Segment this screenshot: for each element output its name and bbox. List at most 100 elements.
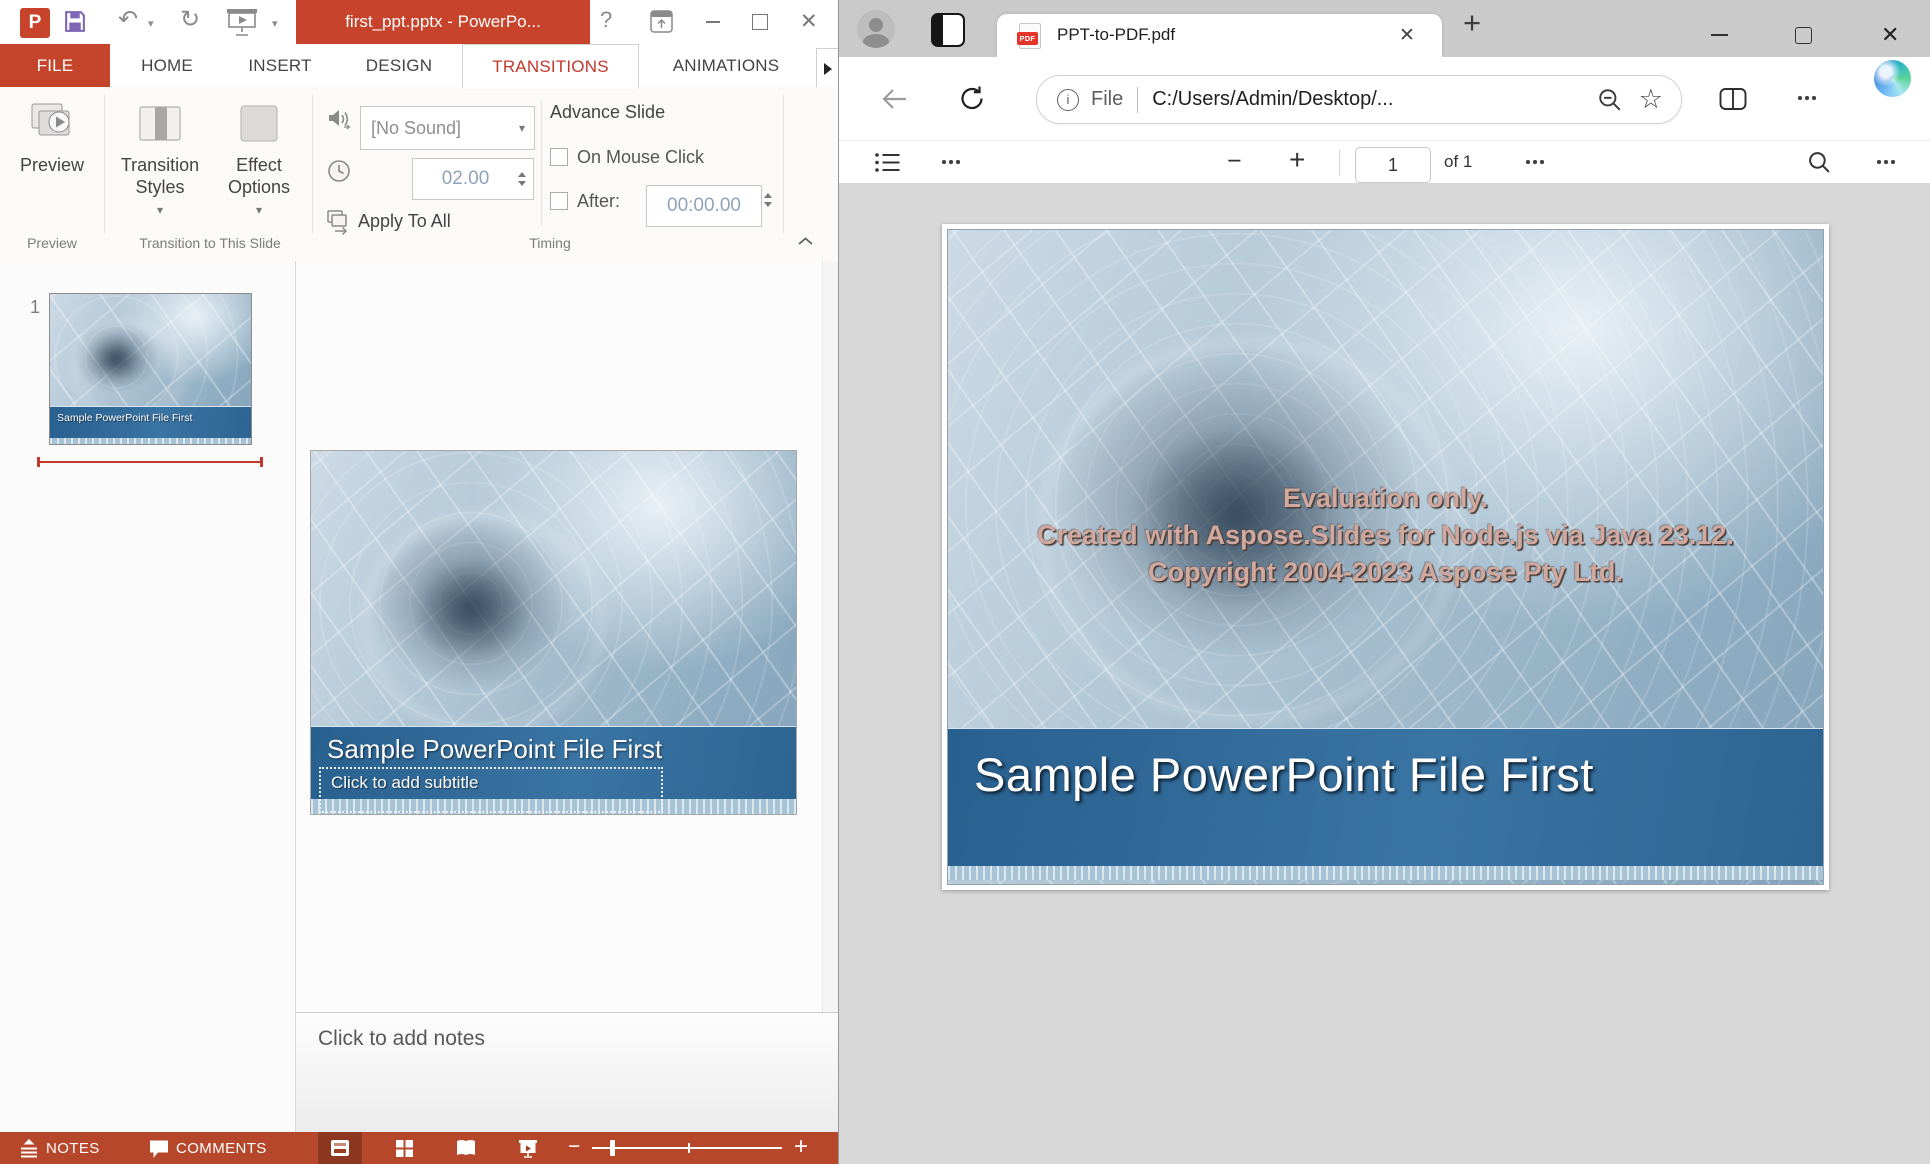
refresh-icon[interactable] xyxy=(959,85,986,112)
back-icon[interactable] xyxy=(879,86,909,112)
pdf-viewer[interactable]: Evaluation only. Created with Aspose.Sli… xyxy=(839,183,1930,1164)
slide-editor-area[interactable]: Sample PowerPoint File First Click to ad… xyxy=(296,261,838,1012)
browser-address-row: i File C:/Users/Admin/Desktop/... ☆ xyxy=(839,57,1930,140)
zoom-in-button[interactable]: + xyxy=(794,1133,808,1161)
duration-spinner[interactable] xyxy=(518,172,526,186)
redo-icon[interactable]: ↻ xyxy=(180,8,200,32)
pdf-more-right-icon[interactable] xyxy=(1877,160,1895,164)
reading-view-button[interactable] xyxy=(444,1132,488,1164)
address-bar[interactable]: i File C:/Users/Admin/Desktop/... ☆ xyxy=(1036,75,1682,124)
file-scheme-label: File xyxy=(1091,88,1123,111)
new-tab-button[interactable]: + xyxy=(1463,5,1481,41)
profile-avatar[interactable] xyxy=(857,10,895,48)
maximize-button[interactable] xyxy=(752,14,768,30)
apply-to-all-button[interactable]: Apply To All xyxy=(358,211,451,232)
slide-thumbnail[interactable]: Sample PowerPoint File First xyxy=(49,293,252,445)
tab-home[interactable]: HOME xyxy=(124,44,210,87)
tab-close-icon[interactable]: ✕ xyxy=(1399,24,1415,47)
start-slideshow-icon[interactable] xyxy=(226,7,258,37)
effect-options-caret-icon xyxy=(256,198,262,219)
slide-title-text[interactable]: Sample PowerPoint File First xyxy=(311,727,796,765)
slide-canvas[interactable]: Sample PowerPoint File First Click to ad… xyxy=(310,450,797,815)
slide-sorter-view-button[interactable] xyxy=(382,1132,426,1164)
normal-view-button[interactable] xyxy=(318,1132,362,1164)
after-time-spinner[interactable] xyxy=(764,193,772,207)
tab-scroll-right-button[interactable] xyxy=(816,48,839,89)
advance-slide-label: Advance Slide xyxy=(550,102,665,123)
subtitle-placeholder-box[interactable]: Click to add subtitle xyxy=(319,767,663,813)
zoom-slider-track[interactable] xyxy=(592,1147,782,1149)
ribbon-display-options-icon[interactable] xyxy=(650,10,673,33)
sound-dropdown[interactable]: [No Sound] xyxy=(360,106,535,150)
zoom-slider-thumb[interactable] xyxy=(610,1140,615,1156)
undo-dropdown-caret-icon[interactable]: ▾ xyxy=(148,12,154,36)
pdf-search-icon[interactable] xyxy=(1807,150,1832,175)
notes-placeholder[interactable]: Click to add notes xyxy=(318,1027,485,1051)
pdf-page-menu-icon[interactable] xyxy=(1526,160,1544,164)
group-divider xyxy=(783,95,784,233)
subtitle-placeholder-text[interactable]: Click to add subtitle xyxy=(321,769,661,793)
transition-indicator-line xyxy=(38,461,262,463)
sound-icon xyxy=(326,107,352,131)
tab-transitions[interactable]: TRANSITIONS xyxy=(462,44,639,89)
transition-styles-button[interactable]: Transition Styles xyxy=(112,95,208,219)
slideshow-view-button[interactable] xyxy=(506,1132,550,1164)
notes-toggle-button[interactable]: NOTES xyxy=(46,1140,100,1157)
zoom-slider-midpoint-tick xyxy=(688,1143,690,1153)
on-mouse-click-label[interactable]: On Mouse Click xyxy=(577,147,704,168)
editor-scrollbar[interactable] xyxy=(822,261,839,1012)
tab-insert[interactable]: INSERT xyxy=(234,44,326,87)
after-checkbox[interactable] xyxy=(550,192,568,210)
favorites-star-icon[interactable]: ☆ xyxy=(1639,86,1663,113)
undo-icon[interactable]: ↶ xyxy=(118,8,138,32)
transition-styles-caret-icon xyxy=(157,198,163,219)
group-label-transition: Transition to This Slide xyxy=(108,235,312,251)
browser-minimize-button[interactable] xyxy=(1711,34,1728,36)
save-icon[interactable] xyxy=(62,9,87,34)
page-number-input[interactable] xyxy=(1355,147,1431,183)
preview-button[interactable]: Preview xyxy=(10,95,94,176)
qat-customize-caret-icon[interactable]: ▾ xyxy=(272,12,278,36)
duration-input[interactable]: 02.00 xyxy=(412,158,534,200)
browser-tab[interactable]: PDF PPT-to-PDF.pdf ✕ xyxy=(997,14,1442,57)
effect-options-icon xyxy=(236,100,282,148)
zoom-out-button[interactable]: − xyxy=(568,1135,580,1159)
group-label-preview: Preview xyxy=(0,235,104,251)
minimize-button[interactable] xyxy=(706,21,720,23)
table-of-contents-icon[interactable] xyxy=(874,151,902,174)
split-screen-icon[interactable] xyxy=(1719,87,1747,111)
collapse-ribbon-icon[interactable] xyxy=(797,236,814,246)
tab-design[interactable]: DESIGN xyxy=(350,44,448,87)
tab-file[interactable]: FILE xyxy=(0,44,110,87)
window-title: first_ppt.pptx - PowerPo... xyxy=(296,0,590,44)
on-mouse-click-checkbox[interactable] xyxy=(550,148,568,166)
transitions-ribbon: Preview Preview Transition Styles Effect… xyxy=(0,87,838,262)
pdf-toolbar-divider xyxy=(1339,150,1340,176)
effect-options-button[interactable]: Effect Options xyxy=(212,95,306,219)
powerpoint-status-bar: NOTES COMMENTS − + xyxy=(0,1132,838,1164)
browser-window: PDF PPT-to-PDF.pdf ✕ + ✕ i File C:/Users… xyxy=(838,0,1930,1164)
apply-to-all-icon xyxy=(326,209,352,235)
workspaces-icon[interactable] xyxy=(931,13,965,47)
after-label[interactable]: After: xyxy=(577,191,620,212)
address-url[interactable]: C:/Users/Admin/Desktop/... xyxy=(1152,88,1393,111)
pdf-more-left-icon[interactable] xyxy=(942,160,960,164)
tab-animations[interactable]: ANIMATIONS xyxy=(648,44,804,87)
page-info-icon[interactable]: i xyxy=(1057,89,1079,111)
thumbnail-title-bar: Sample PowerPoint File First xyxy=(50,406,251,439)
copilot-icon[interactable] xyxy=(1874,60,1911,97)
comments-toggle-button[interactable]: COMMENTS xyxy=(176,1140,267,1157)
close-button[interactable]: ✕ xyxy=(800,9,818,34)
pdf-zoom-in-icon[interactable]: + xyxy=(1289,144,1305,176)
browser-settings-menu-icon[interactable] xyxy=(1798,96,1816,100)
pdf-zoom-out-icon[interactable]: − xyxy=(1227,147,1242,176)
help-icon[interactable]: ? xyxy=(600,8,612,32)
tab-title: PPT-to-PDF.pdf xyxy=(1057,25,1175,45)
pdf-slide-title-bar: Sample PowerPoint File First xyxy=(948,728,1823,867)
browser-maximize-button[interactable] xyxy=(1795,27,1812,44)
browser-close-button[interactable]: ✕ xyxy=(1881,22,1899,48)
notes-pane[interactable]: Click to add notes xyxy=(296,1012,838,1133)
after-time-input[interactable]: 00:00.00 xyxy=(646,185,762,227)
zoom-out-page-icon[interactable] xyxy=(1597,87,1623,113)
pdf-file-icon: PDF xyxy=(1019,23,1041,49)
